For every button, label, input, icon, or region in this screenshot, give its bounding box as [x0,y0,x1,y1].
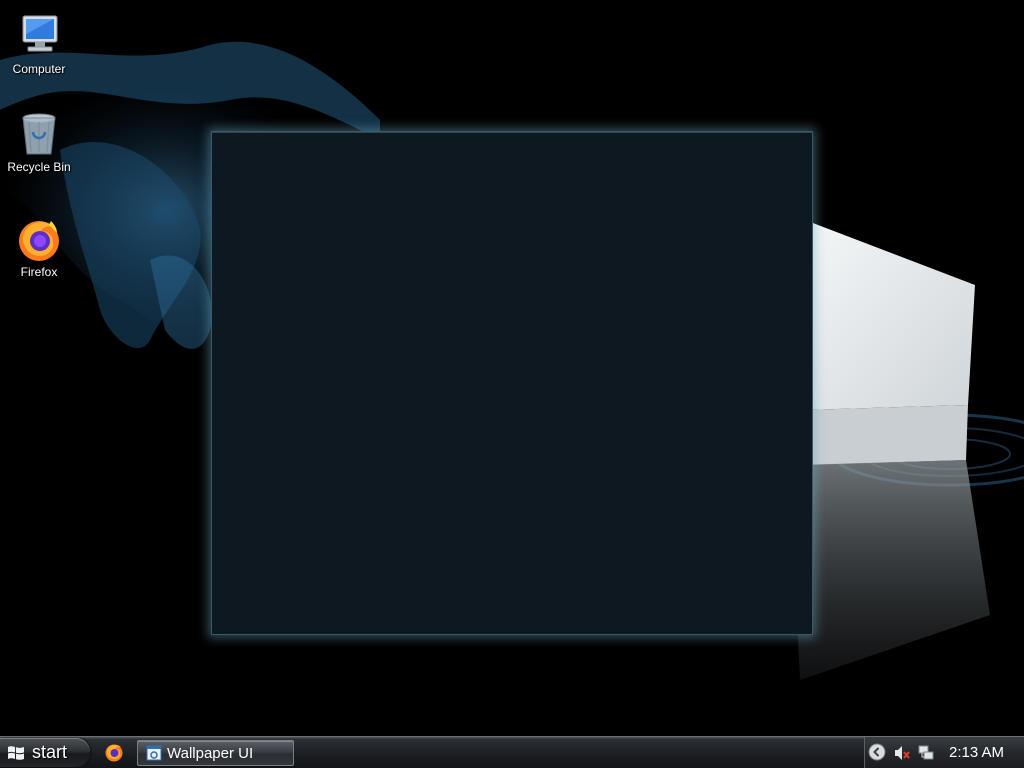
desktop-icon-label: Recycle Bin [7,160,71,174]
desktop-icon-firefox[interactable]: Firefox [0,215,78,279]
volume-muted-icon[interactable] [893,744,911,762]
desktop-icon-label: Computer [12,62,66,76]
computer-icon [22,15,58,52]
app-window-wallpaper-ui[interactable] [211,131,813,635]
start-button[interactable]: start [0,738,90,767]
recycle-bin-icon [22,113,56,155]
system-tray: 2:13 AM [864,737,1024,768]
network-icon[interactable] [917,744,935,762]
windows-logo-icon [8,745,24,760]
taskbar: start Wallpaper UI 2:13 AM [0,736,1024,768]
taskbar-task-wallpaper-ui[interactable]: Wallpaper UI [137,740,294,766]
desktop-icon-computer[interactable]: Computer [0,12,78,76]
window-app-icon [146,745,162,761]
taskbar-task-label: Wallpaper UI [167,744,254,762]
quicklaunch-firefox-icon[interactable] [104,742,124,762]
start-label: start [32,742,68,762]
firefox-icon [19,221,59,261]
desktop-icon-recycle-bin[interactable]: Recycle Bin [0,110,78,174]
tray-clock[interactable]: 2:13 AM [949,744,1004,761]
show-hidden-icons-chevron-icon[interactable] [868,743,886,761]
desktop-icon-label: Firefox [20,265,58,279]
desktop[interactable]: Computer Recycle Bin Firefox [0,0,1024,736]
